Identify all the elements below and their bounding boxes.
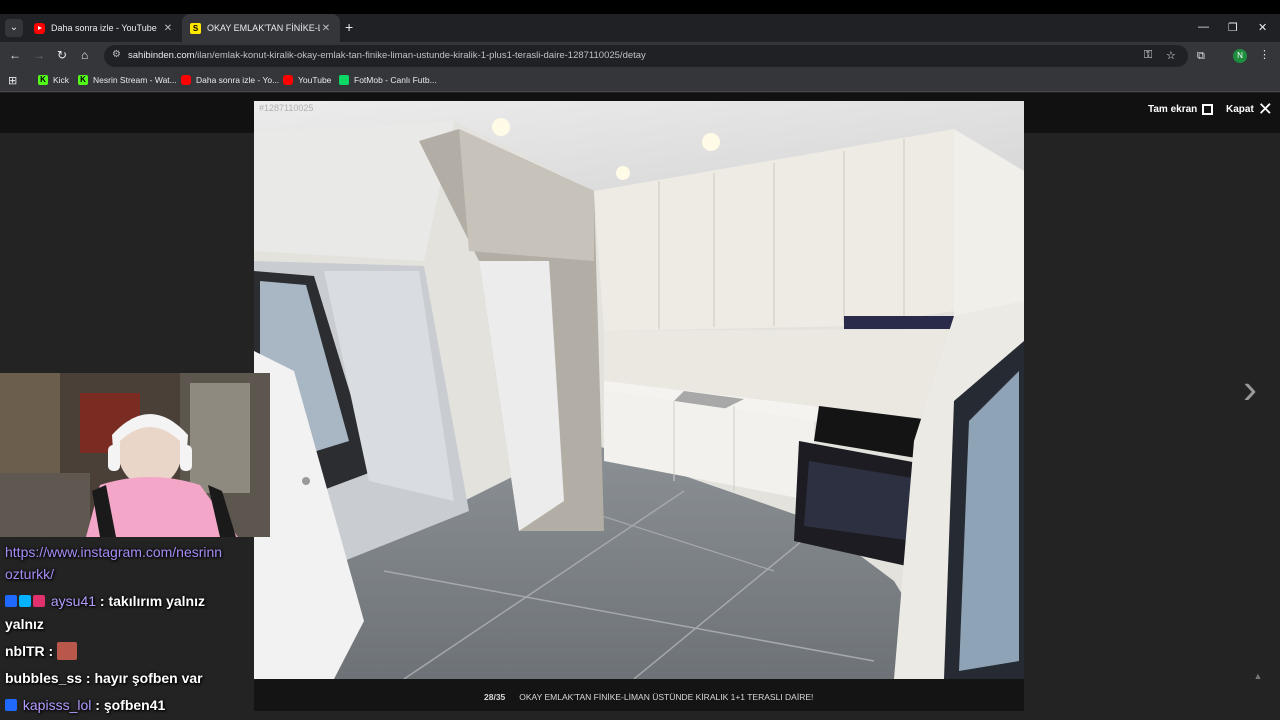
chat-message: aysu41 : takılırım yalnız [5, 593, 205, 609]
badge-icon [5, 595, 17, 607]
bookmark-label: Nesrin Stream - Wat... [93, 75, 177, 85]
close-icon[interactable]: ✕ [162, 23, 174, 34]
bookmark-label: Daha sonra izle - Yo... [196, 75, 280, 85]
youtube-icon [181, 75, 191, 85]
minimize-icon[interactable]: — [1198, 21, 1209, 33]
kick-icon: K [78, 75, 88, 85]
instagram-link[interactable]: https://www.instagram.com/nesrinn [5, 544, 222, 560]
badge-icon [19, 595, 31, 607]
emote-icon [57, 642, 78, 660]
chat-text: : hayır şofben var [82, 670, 203, 686]
bookmark-label: YouTube [298, 75, 332, 85]
bookmark-youtube[interactable]: YouTube [283, 75, 331, 85]
home-icon[interactable]: ⌂ [81, 48, 88, 62]
bookmark-label: Kick [53, 75, 70, 85]
apps-icon[interactable]: ⊞ [8, 74, 17, 87]
tab-bar: ⌄ Daha sonra izle - YouTube ✕ S OKAY EML… [0, 14, 1280, 42]
new-tab-icon[interactable]: + [345, 20, 353, 34]
chat-text: : [44, 643, 54, 659]
tab-title: OKAY EMLAK'TAN FİNİKE-LİMAN [207, 23, 320, 33]
sahibinden-icon: S [190, 22, 201, 34]
chat-message-cont: yalnız [5, 616, 44, 632]
instagram-link-cont[interactable]: ozturkk/ [5, 566, 54, 582]
fullscreen-button[interactable]: Tam ekran [1148, 104, 1214, 115]
tab-youtube[interactable]: Daha sonra izle - YouTube ✕ [26, 14, 182, 42]
chat-text: : şofben41 [91, 697, 166, 713]
tab-sahibinden[interactable]: S OKAY EMLAK'TAN FİNİKE-LİMAN ✕ [182, 14, 340, 42]
bookmark-fotmob[interactable]: FotMob - Canlı Futb... [339, 75, 437, 85]
site-info-icon[interactable]: ⚙ [112, 49, 121, 60]
close-icon: ✕ [1257, 99, 1273, 119]
tab-title: Daha sonra izle - YouTube [51, 23, 157, 33]
navigation-bar: ← → ↻ ⌂ ⚙ sahibinden.com/ilan/emlak-konu… [0, 42, 1280, 70]
bookmark-kick[interactable]: K Kick [38, 75, 69, 85]
back-icon[interactable]: ← [9, 48, 21, 62]
webcam-overlay [0, 373, 270, 537]
chat-text: yalnız [5, 616, 44, 632]
listing-photo[interactable] [254, 101, 1024, 679]
password-key-icon[interactable]: ⚿ [1144, 49, 1152, 62]
badge-icon [33, 595, 45, 607]
chat-link-line-cont: ozturkk/ [5, 566, 54, 582]
url-text[interactable]: sahibinden.com/ilan/emlak-konut-kiralik-… [128, 50, 646, 61]
photo-id-label: #1287110025 [259, 103, 314, 113]
scroll-top-icon[interactable]: ▲ [1250, 671, 1266, 687]
bookmark-star-icon[interactable]: ☆ [1166, 49, 1176, 62]
chat-text: : takılırım yalnız [96, 593, 205, 609]
chat-username: aysu41 [50, 593, 97, 609]
chat-message: nblTR : [5, 642, 79, 660]
close-viewer-label: Kapat [1226, 103, 1254, 115]
profile-avatar[interactable]: N [1233, 49, 1247, 63]
tab-search-icon[interactable]: ⌄ [5, 19, 23, 37]
fotmob-icon [339, 75, 349, 85]
chat-username: bubbles_ss [5, 670, 83, 686]
chat-message: bubbles_ss : hayır şofben var [5, 670, 203, 686]
webcam-feed [0, 373, 270, 537]
photo-caption: 28/35 OKAY EMLAK'TAN FİNİKE-LİMAN ÜSTÜNDE… [484, 692, 813, 702]
reload-icon[interactable]: ↻ [57, 48, 67, 62]
menu-icon[interactable]: ⋮ [1259, 48, 1270, 61]
screen: ⌄ Daha sonra izle - YouTube ✕ S OKAY EML… [0, 0, 1280, 720]
photo-counter: 28/35 [484, 692, 506, 702]
extensions-icon[interactable]: ⧉ [1197, 50, 1205, 63]
chat-message: kapisss_lol : şofben41 [5, 697, 165, 713]
bookmarks-bar: ⊞ K Kick K Nesrin Stream - Wat... Daha s… [0, 70, 1280, 92]
address-bar[interactable]: ⚙ sahibinden.com/ilan/emlak-konut-kirali… [104, 45, 1188, 67]
fullscreen-label: Tam ekran [1148, 104, 1198, 115]
caption-text: OKAY EMLAK'TAN FİNİKE-LİMAN ÜSTÜNDE KİRA… [519, 692, 814, 702]
next-photo-icon[interactable]: › [1243, 368, 1257, 410]
top-strip [0, 0, 1280, 14]
kitchen-photo [254, 101, 1024, 679]
restore-icon[interactable]: ❐ [1228, 21, 1238, 34]
badge-icon [5, 699, 17, 711]
bookmark-label: FotMob - Canlı Futb... [354, 75, 437, 85]
kick-icon: K [38, 75, 48, 85]
close-icon[interactable]: ✕ [320, 23, 332, 34]
youtube-icon [283, 75, 293, 85]
window-close-icon[interactable]: ✕ [1258, 21, 1267, 34]
close-viewer-button[interactable]: Kapat ✕ [1226, 99, 1273, 119]
forward-icon[interactable]: → [33, 48, 45, 62]
youtube-icon [34, 22, 45, 34]
chat-overlay: https://www.instagram.com/nesrinn ozturk… [0, 540, 250, 720]
chat-link-line: https://www.instagram.com/nesrinn [5, 544, 222, 560]
fullscreen-icon [1202, 104, 1214, 115]
bookmark-nesrin-stream[interactable]: K Nesrin Stream - Wat... [78, 75, 177, 85]
bookmark-watch-later[interactable]: Daha sonra izle - Yo... [181, 75, 279, 85]
chat-username: kapisss_lol [22, 697, 92, 713]
chat-username: nblTR [5, 643, 45, 659]
